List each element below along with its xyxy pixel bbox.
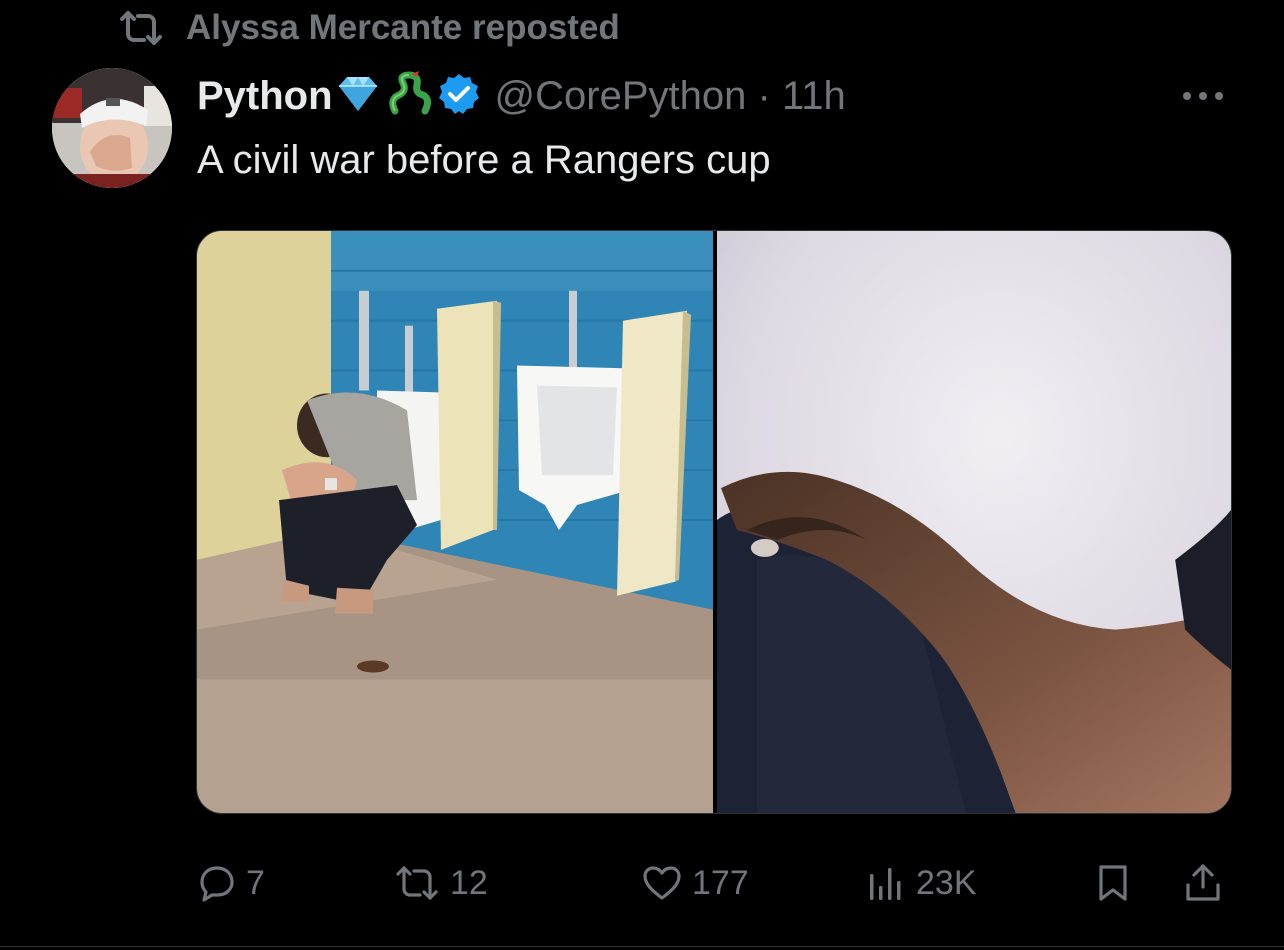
tweet-header: Python @CorePython · 11h <box>197 70 846 122</box>
handle-time: @CorePython · 11h <box>495 74 846 119</box>
repost-icon <box>118 10 164 46</box>
photo-2[interactable] <box>717 231 1231 813</box>
tweet-text: A civil war before a Rangers cup <box>197 138 771 182</box>
repost-label[interactable]: Alyssa Mercante reposted <box>186 8 620 48</box>
repost-icon <box>394 865 440 901</box>
author-badges <box>335 70 481 122</box>
verified-badge-icon[interactable] <box>437 72 481 121</box>
share-icon <box>1184 863 1222 903</box>
post-time[interactable]: 11h <box>782 74 846 118</box>
views-icon <box>866 864 906 902</box>
action-bar: 7 12 177 23K <box>196 856 1232 910</box>
bookmark-button[interactable] <box>1096 856 1130 910</box>
like-count: 177 <box>692 863 749 902</box>
separator-dot: · <box>757 73 771 118</box>
like-icon <box>642 865 682 901</box>
views-button[interactable]: 23K <box>866 856 977 910</box>
bookmark-icon <box>1096 863 1130 903</box>
photo-1[interactable] <box>197 231 713 813</box>
author-name[interactable]: Python <box>197 74 333 119</box>
author-handle[interactable]: @CorePython <box>495 74 747 118</box>
reply-icon <box>198 864 236 902</box>
more-options-button[interactable] <box>1178 82 1228 112</box>
repost-button[interactable]: 12 <box>394 856 488 910</box>
reply-count: 7 <box>246 863 265 902</box>
views-count: 23K <box>916 863 977 902</box>
repost-count: 12 <box>450 863 488 902</box>
diamond-emoji-icon <box>335 74 381 119</box>
tweet-card[interactable]: Alyssa Mercante reposted Python @CorePyt… <box>0 0 1284 950</box>
avatar[interactable] <box>52 68 172 188</box>
snake-emoji-icon <box>385 70 433 122</box>
media-grid <box>196 230 1232 814</box>
like-button[interactable]: 177 <box>642 856 749 910</box>
repost-context[interactable]: Alyssa Mercante reposted <box>118 6 620 50</box>
more-options-icon <box>1181 88 1225 106</box>
divider <box>0 946 1284 947</box>
share-button[interactable] <box>1184 856 1222 910</box>
reply-button[interactable]: 7 <box>198 856 265 910</box>
